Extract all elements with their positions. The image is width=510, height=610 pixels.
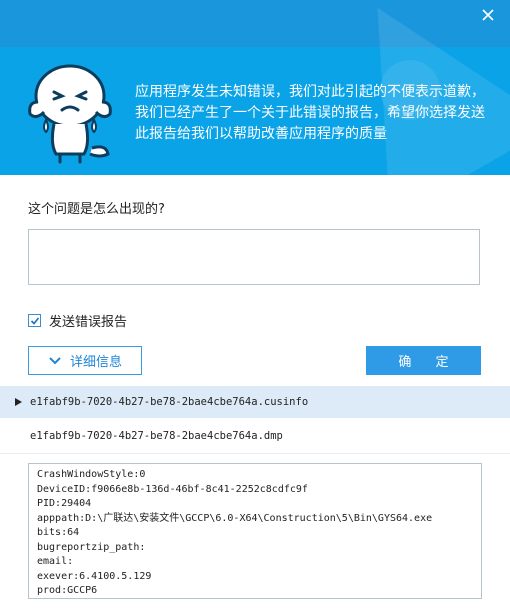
crying-mascot-icon — [28, 64, 112, 164]
send-report-label: 发送错误报告 — [49, 315, 128, 330]
file-name: e1fabf9b-7020-4b27-be78-2bae4cbe764a.dmp — [30, 430, 283, 442]
file-name: e1fabf9b-7020-4b27-be78-2bae4cbe764a.cus… — [30, 396, 309, 408]
close-button[interactable] — [476, 5, 500, 25]
details-button[interactable]: 详细信息 — [28, 346, 142, 375]
send-report-toggle[interactable]: 发送错误报告 — [28, 311, 127, 330]
content-line: bits:64 — [37, 527, 80, 538]
content-line: bugreportzip_path: — [37, 541, 146, 553]
content-line: apppath:D:\广联达\安装文件\GCCP\6.0-X64\Constru… — [37, 512, 433, 524]
close-icon — [482, 9, 494, 21]
description-input[interactable] — [28, 229, 480, 285]
details-button-label: 详细信息 — [69, 355, 122, 370]
chevron-down-icon — [49, 356, 61, 364]
content-line: prod:GCCP6 — [37, 585, 98, 596]
content-line: DeviceID:f9066e8b-136d-46bf-8c41-2252c8c… — [37, 483, 308, 495]
error-message: 应用程序发生未知错误，我们对此引起的不便表示道歉，我们已经产生了一个关于此错误的… — [135, 84, 485, 142]
content-line: email: — [37, 556, 74, 567]
content-line: CrashWindowStyle:0 — [37, 469, 146, 480]
file-item-dmp[interactable]: e1fabf9b-7020-4b27-be78-2bae4cbe764a.dmp — [0, 420, 510, 452]
file-item-cusinfo[interactable]: e1fabf9b-7020-4b27-be78-2bae4cbe764a.cus… — [0, 386, 510, 418]
divider — [0, 453, 510, 454]
content-line: exever:6.4100.5.129 — [37, 570, 152, 582]
question-label: 这个问题是怎么出现的? — [28, 202, 165, 217]
content-line: PID:29404 — [37, 498, 92, 509]
file-content-pane[interactable]: CrashWindowStyle:0 DeviceID:f9066e8b-136… — [28, 463, 482, 599]
checkmark-icon — [30, 316, 39, 325]
send-report-checkbox[interactable] — [28, 314, 41, 327]
ok-button[interactable]: 确 定 — [366, 346, 481, 375]
triangle-right-icon[interactable] — [8, 398, 28, 406]
dialog-header: 应用程序发生未知错误，我们对此引起的不便表示道歉，我们已经产生了一个关于此错误的… — [0, 0, 510, 175]
